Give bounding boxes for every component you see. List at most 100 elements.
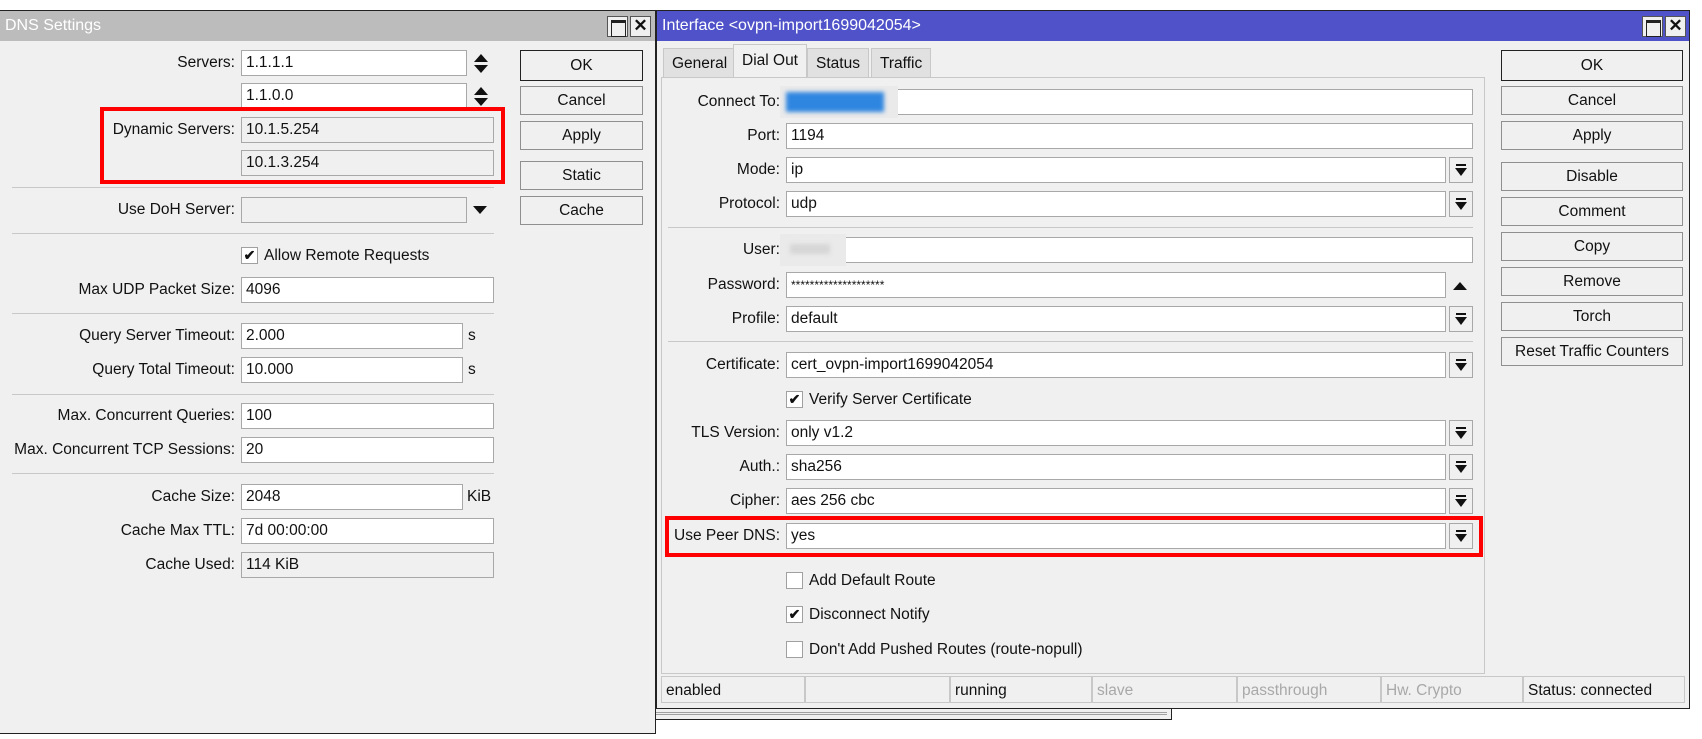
auth-dropdown-icon[interactable]	[1449, 454, 1473, 480]
query-total-timeout-input[interactable]: 10.000	[241, 357, 463, 383]
tab-general[interactable]: General	[663, 48, 737, 77]
cipher-dropdown-icon[interactable]	[1449, 488, 1473, 514]
interface-ok-button[interactable]: OK	[1501, 50, 1683, 81]
separator	[668, 341, 1473, 342]
doh-server-select[interactable]	[241, 197, 467, 223]
verify-server-certificate-label: Verify Server Certificate	[809, 391, 972, 408]
status-running: running	[950, 676, 1092, 703]
separator	[12, 394, 494, 395]
add-default-route-label: Add Default Route	[809, 572, 936, 589]
query-server-timeout-label: Query Server Timeout:	[79, 327, 235, 344]
maximize-icon[interactable]	[607, 16, 628, 37]
dont-add-pushed-routes-label: Don't Add Pushed Routes (route-nopull)	[809, 641, 1083, 658]
protocol-select[interactable]: udp	[786, 191, 1446, 217]
remove-button[interactable]: Remove	[1501, 267, 1683, 296]
cache-used-label: Cache Used:	[145, 556, 235, 573]
cache-size-label: Cache Size:	[151, 488, 235, 505]
add-default-route-checkbox[interactable]	[786, 572, 803, 589]
interface-title-bar[interactable]: Interface <ovpn-import1699042054> ✕	[657, 11, 1689, 41]
dns-static-button[interactable]: Static	[520, 161, 643, 190]
port-input[interactable]: 1194	[786, 123, 1473, 149]
disable-button[interactable]: Disable	[1501, 162, 1683, 191]
cache-max-ttl-label: Cache Max TTL:	[120, 522, 235, 539]
separator	[668, 227, 1473, 228]
max-concurrent-tcp-sessions-input[interactable]: 20	[241, 437, 494, 463]
port-label: Port:	[747, 127, 780, 144]
mode-select[interactable]: ip	[786, 157, 1446, 183]
mode-label: Mode:	[736, 161, 780, 178]
cipher-select[interactable]: aes 256 cbc	[786, 488, 1446, 514]
separator	[12, 233, 494, 234]
tls-version-dropdown-icon[interactable]	[1449, 420, 1473, 446]
tls-version-label: TLS Version:	[691, 424, 780, 441]
cache-max-ttl-input[interactable]: 7d 00:00:00	[241, 518, 494, 544]
profile-select[interactable]: default	[786, 306, 1446, 332]
mode-dropdown-icon[interactable]	[1449, 157, 1473, 183]
collapse-arrow-icon[interactable]	[1453, 282, 1467, 290]
max-concurrent-queries-label: Max. Concurrent Queries:	[57, 407, 235, 424]
certificate-select[interactable]: cert_ovpn-import1699042054	[786, 352, 1446, 378]
status-hw-crypto: Hw. Crypto	[1381, 676, 1523, 703]
allow-remote-requests-label: Allow Remote Requests	[264, 247, 430, 264]
close-icon[interactable]: ✕	[630, 16, 651, 37]
dns-apply-button[interactable]: Apply	[520, 121, 643, 150]
dns-title-bar[interactable]: DNS Settings ✕	[0, 11, 655, 41]
chevron-down-icon[interactable]	[473, 206, 487, 214]
maximize-icon[interactable]	[1642, 16, 1663, 37]
profile-dropdown-icon[interactable]	[1449, 306, 1473, 332]
dns-ok-button[interactable]: OK	[520, 50, 643, 81]
dont-add-pushed-routes-checkbox[interactable]	[786, 641, 803, 658]
user-label: User:	[742, 241, 780, 258]
password-label: Password:	[707, 276, 780, 293]
password-input[interactable]: ********************	[786, 272, 1446, 298]
user-input[interactable]	[786, 237, 1473, 263]
dns-cancel-button[interactable]: Cancel	[520, 86, 643, 115]
interface-apply-button[interactable]: Apply	[1501, 121, 1683, 150]
status-connected: Status: connected	[1523, 676, 1685, 703]
connect-to-label: Connect To:	[697, 93, 780, 110]
tab-status[interactable]: Status	[807, 48, 869, 77]
status-empty	[805, 676, 950, 703]
max-udp-packet-size-input[interactable]: 4096	[241, 277, 494, 303]
background-window-inner-edge	[655, 712, 1167, 715]
tls-version-select[interactable]: only v1.2	[786, 420, 1446, 446]
dns-window-title: DNS Settings	[5, 17, 102, 34]
connect-to-redacted-value	[786, 92, 884, 112]
auth-select[interactable]: sha256	[786, 454, 1446, 480]
tab-dial-out[interactable]: Dial Out	[733, 44, 807, 77]
certificate-dropdown-icon[interactable]	[1449, 352, 1473, 378]
server-2-spinner-icon[interactable]	[473, 86, 489, 108]
verify-server-certificate-checkbox[interactable]: ✔	[786, 391, 803, 408]
server-1-input[interactable]: 1.1.1.1	[241, 50, 467, 76]
servers-label: Servers:	[177, 54, 235, 71]
tab-traffic[interactable]: Traffic	[871, 48, 932, 77]
server-2-input[interactable]: 1.1.0.0	[241, 83, 467, 109]
comment-button[interactable]: Comment	[1501, 197, 1683, 226]
user-redacted-value	[790, 244, 830, 254]
reset-traffic-counters-button[interactable]: Reset Traffic Counters	[1501, 337, 1683, 366]
dns-cache-button[interactable]: Cache	[520, 196, 643, 225]
interface-window-title: Interface <ovpn-import1699042054>	[662, 17, 921, 34]
protocol-dropdown-icon[interactable]	[1449, 191, 1473, 217]
copy-button[interactable]: Copy	[1501, 232, 1683, 261]
cache-size-unit: KiB	[467, 488, 492, 505]
query-total-timeout-label: Query Total Timeout:	[92, 361, 235, 378]
disconnect-notify-label: Disconnect Notify	[809, 606, 930, 623]
cache-size-input[interactable]: 2048	[241, 484, 463, 510]
query-server-timeout-input[interactable]: 2.000	[241, 323, 463, 349]
certificate-label: Certificate:	[705, 356, 780, 373]
auth-label: Auth.:	[739, 458, 781, 475]
server-1-spinner-icon[interactable]	[473, 53, 489, 75]
status-slave: slave	[1092, 676, 1237, 703]
torch-button[interactable]: Torch	[1501, 302, 1683, 331]
interface-cancel-button[interactable]: Cancel	[1501, 86, 1683, 115]
status-passthrough: passthrough	[1237, 676, 1381, 703]
close-icon[interactable]: ✕	[1665, 16, 1686, 37]
max-udp-packet-size-label: Max UDP Packet Size:	[78, 281, 236, 298]
disconnect-notify-checkbox[interactable]: ✔	[786, 606, 803, 623]
separator	[12, 187, 494, 188]
allow-remote-requests-checkbox[interactable]: ✔	[241, 247, 258, 264]
dynamic-servers-highlight	[100, 107, 505, 184]
max-concurrent-queries-input[interactable]: 100	[241, 403, 494, 429]
doh-server-label: Use DoH Server:	[117, 201, 235, 218]
